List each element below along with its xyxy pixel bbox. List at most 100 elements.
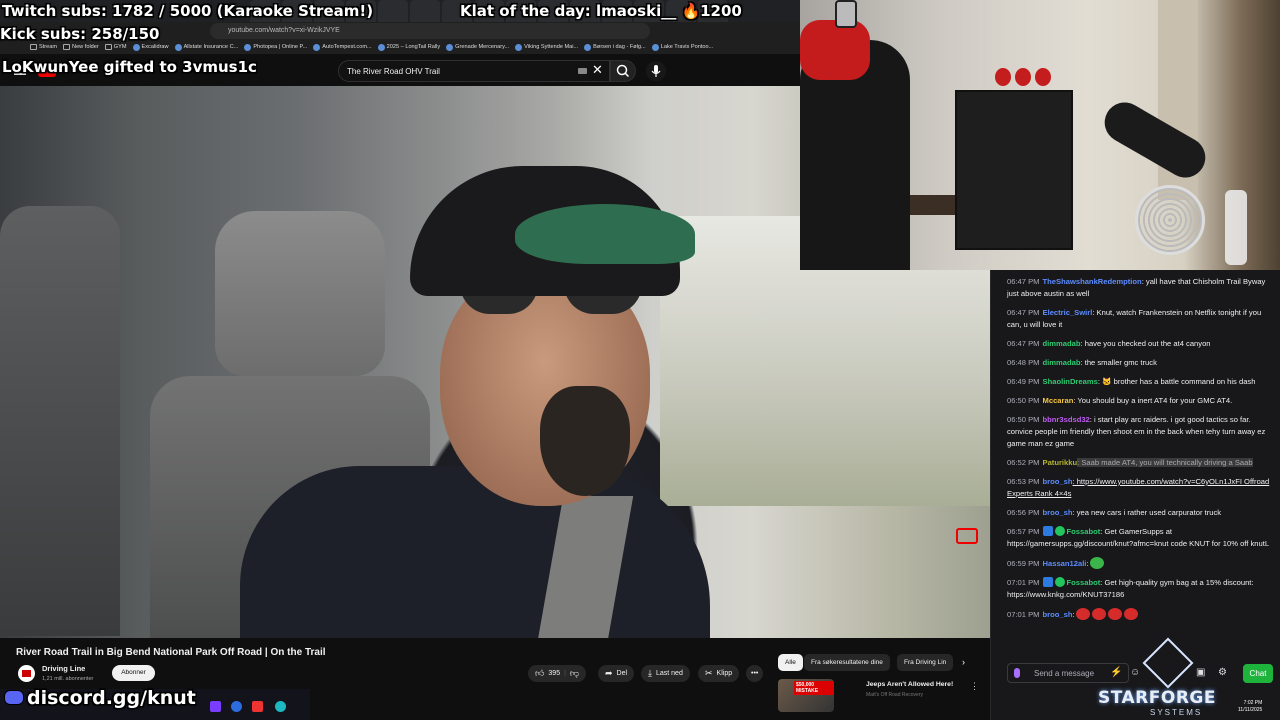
browser-tab[interactable] bbox=[378, 0, 408, 22]
chat-message: 06:53 PM broo_sh: https://www.youtube.com… bbox=[1007, 476, 1272, 500]
chat-message: 07:01 PM broo_sh: bbox=[1007, 608, 1272, 620]
keyboard-icon[interactable] bbox=[578, 68, 587, 74]
chat-timestamp: 06:59 PM bbox=[1007, 559, 1040, 568]
search-input[interactable]: The River Road OHV Trail bbox=[338, 60, 610, 82]
bookmark-item[interactable]: GYM bbox=[104, 44, 127, 50]
clip-button[interactable]: ✂ Klipp bbox=[698, 665, 740, 682]
chat-username[interactable]: broo_sh bbox=[1043, 508, 1073, 517]
chevron-right-icon[interactable]: › bbox=[962, 657, 965, 667]
chat-username[interactable]: Electric_Swirl bbox=[1043, 308, 1093, 317]
bookmark-item[interactable]: Lake Travis Pontoo... bbox=[651, 43, 713, 51]
chat-message: 06:48 PM dimmadab: the smaller gmc truck bbox=[1007, 357, 1272, 369]
search-icon bbox=[616, 64, 630, 78]
chat-message: 06:59 PM Hassan12ali: bbox=[1007, 557, 1272, 570]
site-icon bbox=[244, 43, 252, 51]
recommended-channel: Matt's Off Road Recovery bbox=[866, 692, 923, 698]
gift-icon[interactable]: ▣ bbox=[1196, 667, 1205, 678]
emote-picker-icon[interactable]: ☺ bbox=[1130, 667, 1140, 678]
verified-badge-icon bbox=[1054, 577, 1065, 587]
channel-name[interactable]: Driving Line bbox=[42, 664, 85, 673]
emote-icon bbox=[1089, 557, 1104, 569]
chat-timestamp: 06:47 PM bbox=[1007, 277, 1040, 286]
chat-username[interactable]: Fossabot bbox=[1067, 527, 1101, 536]
chat-timestamp: 06:47 PM bbox=[1007, 308, 1040, 317]
address-bar[interactable]: youtube.com/watch?v=xi-WzikJVYE bbox=[210, 23, 650, 39]
app-icon[interactable] bbox=[275, 701, 286, 712]
chat-message: 06:47 PM dimmadab: have you checked out t… bbox=[1007, 338, 1272, 350]
settings-icon[interactable]: ⚙ bbox=[1218, 667, 1227, 678]
clear-search-icon[interactable]: ✕ bbox=[592, 62, 603, 78]
voice-search-button[interactable] bbox=[646, 61, 666, 81]
channel-avatar[interactable] bbox=[18, 665, 35, 682]
chat-message: 06:49 PM ShaolinDreams: 🐱 brother has a b… bbox=[1007, 376, 1272, 388]
thumbs-down-icon[interactable]: 👎︎ bbox=[570, 665, 579, 682]
driver-shirt bbox=[240, 466, 710, 638]
chat-message: 06:57 PM Fossabot: Get GamerSupps at http… bbox=[1007, 526, 1272, 550]
divider: | bbox=[564, 670, 566, 677]
channel-watermark-icon[interactable] bbox=[956, 528, 978, 544]
site-icon bbox=[377, 43, 385, 51]
recommended-title[interactable]: Jeeps Aren't Allowed Here! bbox=[866, 681, 953, 688]
bookmark-item[interactable]: Photopea | Online P... bbox=[244, 43, 307, 51]
chat-username[interactable]: Paturikku bbox=[1043, 458, 1078, 467]
chat-text: : yea new cars i rather used carpurator … bbox=[1072, 508, 1222, 517]
bookmark-item[interactable]: 2025 – LongTail Rally bbox=[377, 43, 440, 51]
download-button[interactable]: ⤓ Last ned bbox=[641, 665, 690, 682]
sponsor-logo: STARFORGE bbox=[1098, 688, 1216, 708]
chat-username[interactable]: ShaolinDreams bbox=[1043, 377, 1098, 386]
chip-all[interactable]: Alle bbox=[778, 654, 803, 671]
like-button[interactable]: 👍︎ 395 | 👎︎ bbox=[528, 665, 587, 682]
bookmark-item[interactable]: New folder bbox=[63, 44, 99, 50]
chat-username[interactable]: dimmadab bbox=[1043, 339, 1081, 348]
share-button[interactable]: ➦ Del bbox=[598, 665, 635, 682]
chat-username[interactable]: Hassan12ali bbox=[1043, 559, 1087, 568]
chip-from-channel[interactable]: Fra Driving Lin bbox=[897, 654, 953, 671]
chat-username[interactable]: Mccaran bbox=[1043, 396, 1074, 405]
gift-notice-overlay: LoKwunYee gifted to 3vmus1c bbox=[2, 58, 257, 76]
discord-app-icon[interactable] bbox=[210, 701, 221, 712]
thumbnail-badge: $50,000 MISTAKE bbox=[794, 681, 834, 695]
clock-date: 11/11/2025 bbox=[1238, 707, 1263, 713]
edge-app-icon[interactable] bbox=[231, 701, 242, 712]
bookmark-item[interactable]: Børsen i dag - Følg... bbox=[584, 43, 646, 51]
magic-wand-icon[interactable]: ⚡ bbox=[1110, 667, 1122, 678]
bookmark-item[interactable]: Grenade Mercenary... bbox=[446, 43, 509, 51]
share-icon: ➦ bbox=[605, 668, 613, 678]
youtube-app-icon[interactable] bbox=[252, 701, 263, 712]
bookmark-item[interactable]: Excalidraw bbox=[132, 43, 169, 51]
plush-toy bbox=[1035, 68, 1051, 86]
seat-headrest bbox=[215, 211, 385, 376]
verified-badge-icon bbox=[1054, 526, 1065, 536]
chat-send-button[interactable]: Chat bbox=[1243, 664, 1273, 683]
search-button[interactable] bbox=[610, 60, 636, 82]
bookmark-item[interactable]: Viking Syttende Mai... bbox=[515, 43, 578, 51]
chat-text: : the smaller gmc truck bbox=[1080, 358, 1157, 367]
chat-username[interactable]: bbnr3sdsd32 bbox=[1043, 415, 1090, 424]
chat-username[interactable]: broo_sh bbox=[1043, 610, 1073, 619]
chat-username[interactable]: broo_sh bbox=[1043, 477, 1073, 486]
bookmark-item[interactable]: AutoTempest.com... bbox=[313, 43, 372, 51]
more-vert-icon[interactable]: ⋮ bbox=[970, 681, 979, 692]
subscribe-button[interactable]: Abonner bbox=[112, 665, 155, 681]
scissors-icon: ✂ bbox=[705, 668, 713, 678]
desk-fan bbox=[1135, 185, 1205, 255]
plush-toy bbox=[995, 68, 1011, 86]
discord-overlay: discord.gg/knut bbox=[4, 687, 196, 709]
chat-username[interactable]: TheShawshankRedemption bbox=[1043, 277, 1142, 286]
cap-brim bbox=[515, 204, 695, 264]
more-icon: ••• bbox=[751, 670, 759, 677]
chip-from-search[interactable]: Fra søkeresultatene dine bbox=[804, 654, 890, 671]
system-clock: 7:02 PM 11/11/2025 bbox=[1238, 700, 1262, 714]
chat-username[interactable]: dimmadab bbox=[1043, 358, 1081, 367]
chat-username[interactable]: Fossabot bbox=[1067, 578, 1101, 587]
browser-tab[interactable] bbox=[410, 0, 440, 22]
recommended-thumbnail[interactable]: $50,000 MISTAKE bbox=[778, 679, 834, 712]
chat-mic-icon[interactable] bbox=[1014, 668, 1020, 678]
bookmark-item[interactable]: Stream bbox=[30, 44, 57, 50]
share-label: Del bbox=[616, 670, 628, 677]
plush-toy bbox=[1015, 68, 1031, 86]
twitch-subs-overlay: Twitch subs: 1782 / 5000 (Karaoke Stream… bbox=[2, 2, 374, 20]
driver-beard bbox=[540, 386, 630, 496]
bookmark-item[interactable]: Allstate Insurance C... bbox=[174, 43, 238, 51]
thumbs-up-icon: 👍︎ bbox=[535, 668, 545, 678]
